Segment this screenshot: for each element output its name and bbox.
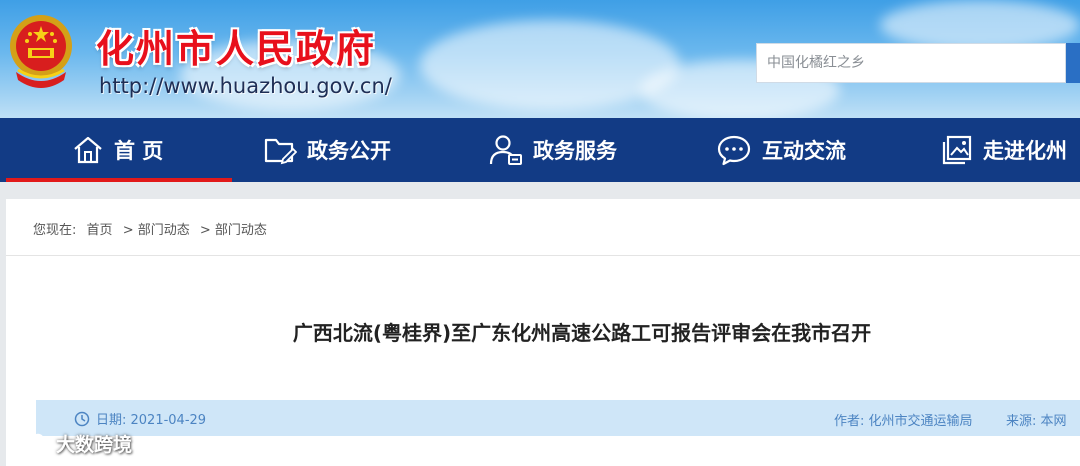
search-box xyxy=(756,43,1066,83)
nav-item-interaction[interactable]: 互动交流 xyxy=(716,118,846,182)
breadcrumb: 您现在: 首页 > 部门动态 > 部门动态 xyxy=(33,219,273,238)
nav-label: 政务服务 xyxy=(533,139,617,163)
search-button[interactable] xyxy=(1066,43,1080,83)
article-author: 作者: 化州市交通运输局 xyxy=(834,414,973,429)
gallery-icon xyxy=(942,135,972,165)
watermark-logo-icon xyxy=(8,433,50,451)
site-header: 化州市人民政府 http://www.huazhou.gov.cn/ xyxy=(0,0,1080,118)
nav-item-affairs-service[interactable]: 政务服务 xyxy=(489,118,617,182)
site-url: http://www.huazhou.gov.cn/ xyxy=(99,74,392,98)
nav-item-affairs-open[interactable]: 政务公开 xyxy=(263,118,391,182)
chat-icon xyxy=(717,135,751,166)
clock-icon xyxy=(74,411,90,426)
national-emblem-icon xyxy=(10,15,72,88)
nav-label: 走进化州 xyxy=(983,139,1067,163)
breadcrumb-item-dept-news[interactable]: > 部门动态 xyxy=(123,223,190,238)
article-source: 来源: 本网 xyxy=(1006,414,1067,429)
article-meta-bar: 日期: 2021-04-29 作者: 化州市交通运输局 来源: 本网 xyxy=(36,400,1080,436)
user-service-icon xyxy=(489,135,522,165)
nav-item-about-huazhou[interactable]: 走进化州 xyxy=(941,118,1067,182)
cloud-decoration xyxy=(420,20,680,110)
home-icon xyxy=(74,136,102,164)
breadcrumb-item-home[interactable]: 首页 xyxy=(87,223,113,238)
nav-label: 首 页 xyxy=(114,139,164,163)
nav-item-home[interactable]: 首 页 xyxy=(72,118,163,182)
search-input[interactable] xyxy=(757,44,1057,82)
site-title: 化州市人民政府 xyxy=(96,27,377,71)
article-title: 广西北流(粤桂界)至广东化州高速公路工可报告评审会在我市召开 xyxy=(292,321,872,345)
watermark: 大数跨境 xyxy=(8,430,132,457)
folder-icon xyxy=(264,138,297,165)
article-date-text: 日期: 2021-04-29 xyxy=(96,413,207,428)
article-date: 日期: 2021-04-29 xyxy=(74,409,206,428)
watermark-text: 大数跨境 xyxy=(56,434,133,456)
main-nav: 首 页 政务公开 政务服务 互动交流 走进化州 xyxy=(0,118,1080,182)
content-area: 您现在: 首页 > 部门动态 > 部门动态 广西北流(粤桂界)至广东化州高速公路… xyxy=(6,199,1080,466)
breadcrumb-item-dept-news-2[interactable]: > 部门动态 xyxy=(200,223,267,238)
divider xyxy=(6,255,1080,256)
breadcrumb-prefix: 您现在: xyxy=(33,223,77,238)
nav-label: 互动交流 xyxy=(762,139,846,163)
nav-active-indicator xyxy=(6,178,232,182)
nav-label: 政务公开 xyxy=(307,139,391,163)
